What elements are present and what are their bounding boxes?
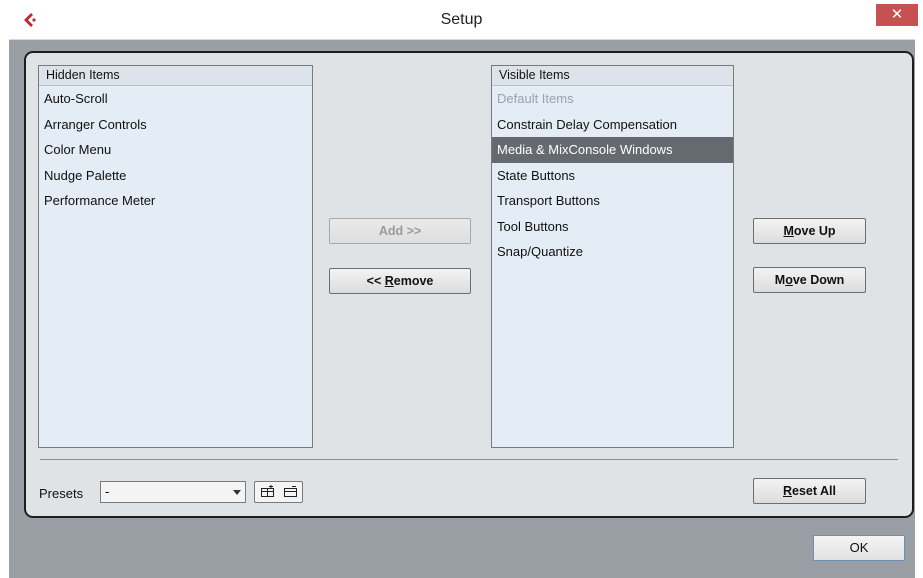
remove-label-rest: emove — [393, 274, 434, 288]
preset-tools — [254, 481, 303, 503]
window-border-left — [0, 39, 9, 578]
delete-preset-icon[interactable] — [283, 485, 299, 499]
window-border-right — [915, 39, 923, 578]
close-icon: ✕ — [890, 6, 904, 23]
remove-label-accel: R — [384, 274, 394, 288]
hidden-items-list[interactable]: Hidden Items Auto-Scroll Arranger Contro… — [38, 65, 313, 448]
visible-items-list[interactable]: Visible Items Default Items Constrain De… — [491, 65, 734, 448]
presets-value: - — [105, 484, 110, 499]
list-item[interactable]: Arranger Controls — [39, 112, 312, 138]
presets-label: Presets — [39, 486, 84, 501]
list-item-selected[interactable]: Media & MixConsole Windows — [492, 137, 733, 163]
list-item: Default Items — [497, 91, 574, 106]
remove-label-prefix: << — [366, 274, 385, 288]
window-title: Setup — [440, 11, 483, 28]
divider — [40, 459, 898, 460]
list-item[interactable]: Transport Buttons — [492, 188, 733, 214]
reset-all-button[interactable]: Reset All — [753, 478, 866, 504]
list-item[interactable]: Performance Meter — [39, 188, 312, 214]
remove-button[interactable]: << Remove — [329, 268, 471, 294]
list-item[interactable]: State Buttons — [492, 163, 733, 189]
presets-dropdown[interactable]: - — [100, 481, 246, 503]
save-preset-icon[interactable] — [260, 485, 276, 499]
list-item[interactable]: Auto-Scroll — [39, 86, 312, 112]
reset-rest: eset All — [792, 484, 837, 498]
move-down-button[interactable]: Move Down — [753, 267, 866, 293]
hidden-items-header: Hidden Items — [39, 66, 312, 86]
list-item[interactable]: Constrain Delay Compensation — [492, 112, 733, 138]
title-bar: Setup ✕ — [0, 0, 923, 40]
move-up-button[interactable]: Move Up — [753, 218, 866, 244]
move-down-accel: o — [785, 273, 793, 287]
setup-dialog: Setup ✕ Hidden Items Auto-Scroll Arrange… — [0, 0, 923, 578]
ok-button[interactable]: OK — [813, 535, 905, 561]
reset-accel: R — [782, 484, 792, 498]
move-up-accel: M — [783, 224, 794, 238]
visible-items-header: Visible Items — [492, 66, 733, 86]
add-button[interactable]: Add >> — [329, 218, 471, 244]
chevron-down-icon — [233, 490, 241, 495]
list-item[interactable]: Color Menu — [39, 137, 312, 163]
move-down-rest: ve Down — [792, 273, 845, 287]
close-button[interactable]: ✕ — [876, 4, 918, 26]
setup-panel: Hidden Items Auto-Scroll Arranger Contro… — [24, 51, 914, 518]
move-down-pre: M — [774, 273, 786, 287]
list-item[interactable]: Nudge Palette — [39, 163, 312, 189]
list-item[interactable]: Tool Buttons — [492, 214, 733, 240]
list-item[interactable]: Snap/Quantize — [492, 239, 733, 265]
move-up-rest: ove Up — [793, 224, 836, 238]
